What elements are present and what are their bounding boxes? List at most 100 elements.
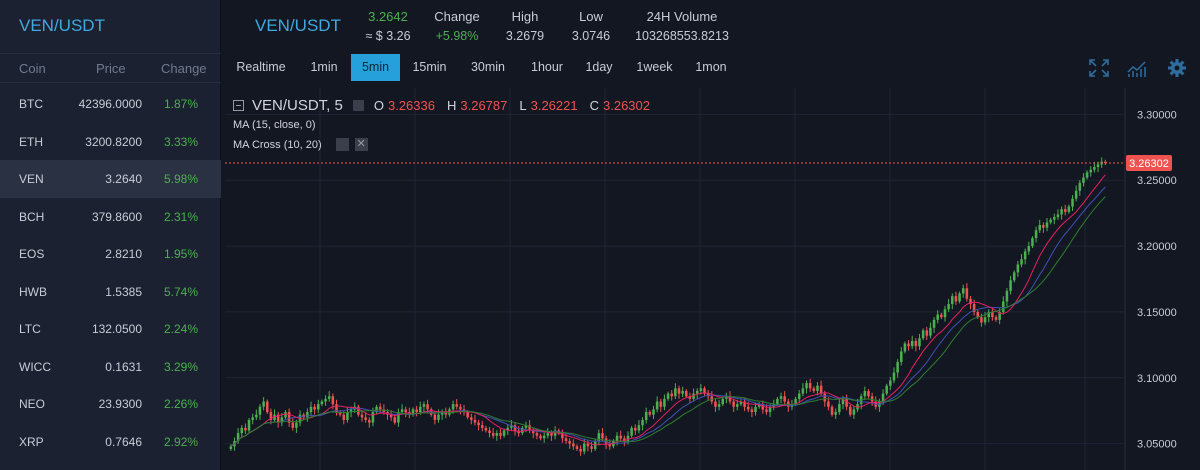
candle-body [903,343,907,352]
candle-body [1027,246,1031,252]
candle-body [1031,238,1034,247]
candle-body [579,448,582,452]
ohlc-low: 3.26221 [530,98,578,113]
coin-change: 2.26% [163,397,198,411]
coin-price: 1.5385 [105,284,142,299]
candle-body [1085,172,1089,178]
candle-body [1078,182,1082,191]
ohlc-open: 3.26336 [387,98,435,113]
candle-body [535,433,539,436]
legend-ma-cross: MA Cross (10, 20) ✕ [233,138,368,151]
timeframe-1min[interactable]: 1min [301,54,347,81]
candle-body [892,372,896,381]
coin-row-hwb[interactable]: HWB 1.5385 5.74% [0,273,221,311]
last-price-usd: ≈ $ 3.26 [365,29,411,43]
candle-body [255,414,258,418]
timeframe-realtime[interactable]: Realtime [228,54,294,81]
candle-body [1005,290,1009,302]
coin-row-ltc[interactable]: LTC 132.0500 2.24% [0,310,221,348]
candle-body [422,404,426,407]
header-coin[interactable]: Coin [19,61,46,76]
candle-body [852,409,856,415]
coin-row-eth[interactable]: ETH 3200.8200 3.33% [0,123,221,161]
candle-body [470,417,473,420]
ma-cross-settings-icon[interactable] [335,138,349,151]
candle-body [491,433,495,436]
candle-body [954,296,958,302]
ma-15-line [230,186,1106,447]
settings-icon[interactable] [1166,58,1188,78]
candle-body [1074,190,1078,199]
candle-body [539,435,542,439]
candle-body [1063,209,1067,212]
candle-body [415,409,418,413]
candle-body [371,412,375,423]
candle-body [776,398,779,405]
candle-body [1038,224,1042,231]
legend-settings-icon[interactable] [352,100,364,111]
candle-body [994,317,998,320]
candle-body [896,361,899,373]
candle-body [827,401,830,407]
candle-body [940,314,943,318]
header-pair-title: VEN/USDT [255,16,341,35]
candle-body [695,390,699,394]
timeframe-1hour[interactable]: 1hour [521,54,573,81]
candle-body [586,443,590,447]
candle-body [641,419,644,426]
candle-body [488,430,491,434]
stat-low: Low 3.0746 [566,9,616,43]
stat-last-price: 3.2642 ≈ $ 3.26 [360,9,416,43]
coin-row-ven[interactable]: VEN 3.2640 5.98% [0,160,221,198]
header-price[interactable]: Price [96,61,126,76]
coin-price: 0.7646 [105,434,142,449]
candle-body [819,385,823,394]
candle-body [750,409,754,413]
coin-symbol: LTC [19,322,41,336]
timeframe-1week[interactable]: 1week [625,54,684,81]
timeframe-1day[interactable]: 1day [576,54,622,81]
candle-body [251,417,254,420]
ma-cross-close-icon[interactable]: ✕ [354,138,368,151]
coin-price: 132.0500 [91,322,142,336]
coin-row-btc[interactable]: BTC 42396.0000 1.87% [0,85,221,123]
timeframe-1mon[interactable]: 1mon [687,54,735,81]
candlestick-svg[interactable]: 3.26302 3.30000 3.25000 3.20000 3.15000 3.100… [225,88,1200,470]
candle-body [1020,259,1023,265]
candle-body [364,417,367,420]
header-change[interactable]: Change [161,61,207,76]
candle-body [262,401,265,407]
price-chart[interactable]: 3.26302 3.30000 3.25000 3.20000 3.15000 3.100… [225,88,1200,470]
candle-body [1096,164,1100,168]
change-value: +5.98% [435,29,479,43]
y-tick-label: 3.10000 [1137,373,1177,385]
indicators-icon[interactable] [1126,58,1148,78]
candle-body [838,404,841,413]
timeframe-5min[interactable]: 5min [351,54,400,81]
candle-body [320,401,324,405]
candle-body [1002,301,1005,312]
candle-body [943,309,947,318]
candle-body [1067,206,1071,212]
candle-body [983,317,987,323]
candle-body [404,409,407,413]
candle-body [1071,198,1074,207]
candle-body [502,430,506,436]
volume-label: 24H Volume [646,9,718,24]
coin-row-neo[interactable]: NEO 23.9300 2.26% [0,385,221,423]
fullscreen-icon[interactable] [1088,58,1110,78]
timeframe-30min[interactable]: 30min [458,54,518,81]
coin-list: BTC 42396.0000 1.87% ETH 3200.8200 3.33% VEN 3.… [0,85,221,460]
coin-row-bch[interactable]: BCH 379.8600 2.31% [0,198,221,236]
collapse-icon[interactable] [233,100,244,111]
candle-body [542,435,546,439]
timeframe-15min[interactable]: 15min [403,54,456,81]
candle-body [644,412,648,420]
candle-body [568,441,571,444]
candle-body [746,406,750,410]
coin-row-xrp[interactable]: XRP 0.7646 2.92% [0,423,221,461]
coin-row-wicc[interactable]: WICC 0.1631 3.29% [0,348,221,386]
market-sidebar: VEN/USDT Coin Price Change BTC 42396.0000… [0,0,221,470]
coin-row-eos[interactable]: EOS 2.8210 1.95% [0,235,221,273]
candle-body [936,314,939,320]
